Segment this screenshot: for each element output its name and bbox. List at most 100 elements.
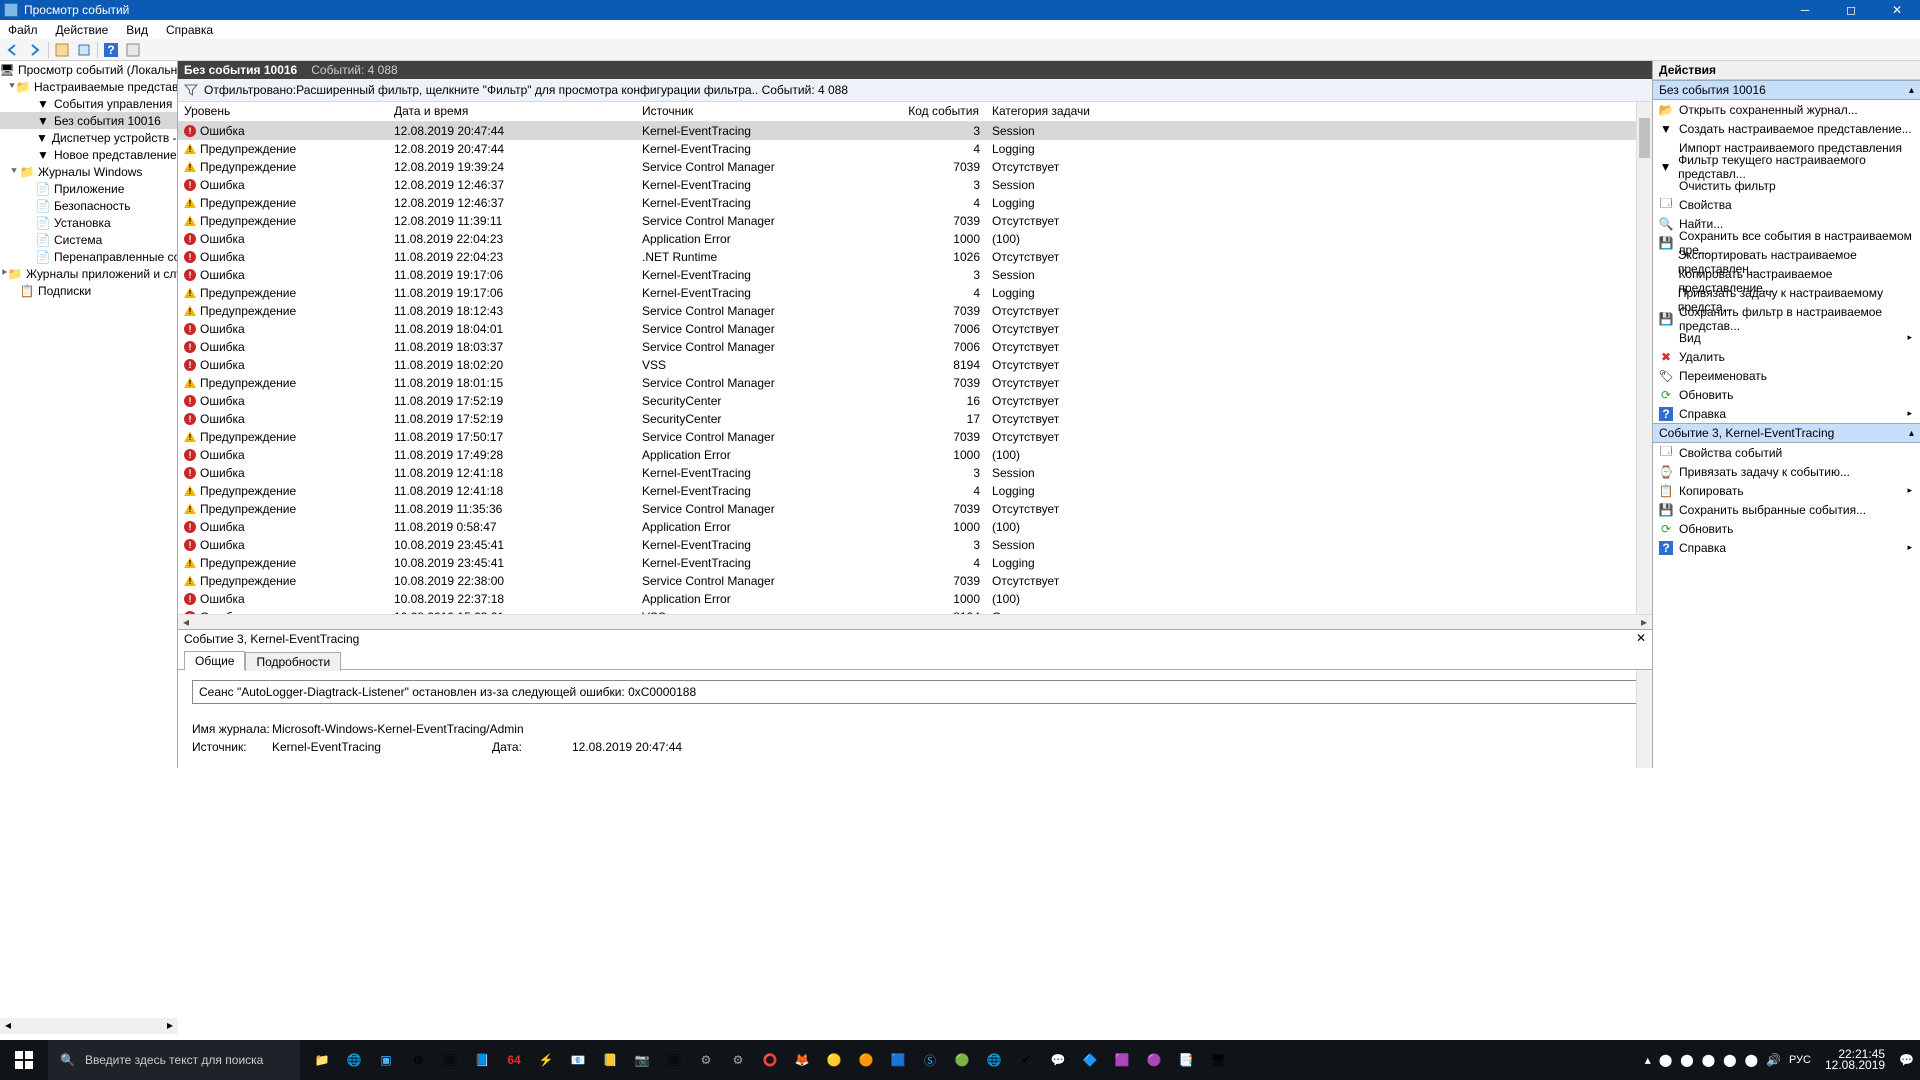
taskbar-app[interactable]: 🌐 [338,1040,370,1080]
action-refresh[interactable]: ⟳Обновить [1653,385,1920,404]
tree-mgmt-events[interactable]: ▼События управления [0,95,177,112]
action-save-selected[interactable]: 💾Сохранить выбранные события... [1653,500,1920,519]
taskbar-app[interactable]: ⚙ [722,1040,754,1080]
tray-icon[interactable]: ⬤ [1723,1053,1736,1067]
tree-root[interactable]: 🖥Просмотр событий (Локальный) [0,61,177,78]
taskbar-search[interactable]: 🔍 Введите здесь текст для поиска [48,1040,300,1080]
tree-system[interactable]: 📄Система [0,231,177,248]
event-row[interactable]: !Ошибка12.08.2019 20:47:44Kernel-EventTr… [178,122,1636,140]
tray-icon[interactable]: ⬤ [1659,1053,1672,1067]
event-row[interactable]: Предупреждение12.08.2019 19:39:24Service… [178,158,1636,176]
event-row[interactable]: Предупреждение11.08.2019 18:01:15Service… [178,374,1636,392]
action-refresh-event[interactable]: ⟳Обновить [1653,519,1920,538]
event-row[interactable]: Предупреждение12.08.2019 12:46:37Kernel-… [178,194,1636,212]
taskbar-app[interactable]: 📧 [562,1040,594,1080]
tray-icon[interactable]: 🔊 [1766,1053,1781,1067]
tree-app-services[interactable]: ⯈📁Журналы приложений и служб [0,265,177,282]
help-icon[interactable]: ? [102,41,120,59]
taskbar-app[interactable]: 🟡 [818,1040,850,1080]
taskbar-app[interactable]: 🟦 [882,1040,914,1080]
taskbar-app[interactable]: ⚡ [530,1040,562,1080]
taskbar-app[interactable]: 64 [498,1040,530,1080]
event-row[interactable]: !Ошибка11.08.2019 22:04:23Application Er… [178,230,1636,248]
taskbar-app[interactable]: 🟪 [1106,1040,1138,1080]
event-row[interactable]: Предупреждение12.08.2019 11:39:11Service… [178,212,1636,230]
action-create-view[interactable]: ▼Создать настраиваемое представление... [1653,119,1920,138]
forward-button[interactable] [26,41,44,59]
taskbar-app[interactable]: 🟢 [946,1040,978,1080]
action-attach-task-event[interactable]: ⌚Привязать задачу к событию... [1653,462,1920,481]
tree-new-view[interactable]: ▼Новое представление [0,146,177,163]
taskbar-app[interactable]: ⚙ [402,1040,434,1080]
event-row[interactable]: Предупреждение11.08.2019 11:35:36Service… [178,500,1636,518]
event-row[interactable]: !Ошибка11.08.2019 22:04:23.NET Runtime10… [178,248,1636,266]
taskbar-app[interactable]: ⭕ [754,1040,786,1080]
taskbar-app[interactable]: 📒 [594,1040,626,1080]
actions-section-event[interactable]: Событие 3, Kernel-EventTracing▴ [1653,423,1920,443]
event-hscroll[interactable]: ◂▸ [178,614,1652,629]
event-row[interactable]: Предупреждение11.08.2019 19:17:06Kernel-… [178,284,1636,302]
taskbar-app[interactable]: ✔ [1010,1040,1042,1080]
tree-application[interactable]: 📄Приложение [0,180,177,197]
taskbar-app[interactable]: ▣ [370,1040,402,1080]
event-row[interactable]: Предупреждение10.08.2019 23:45:41Kernel-… [178,554,1636,572]
close-button[interactable]: ✕ [1874,0,1920,20]
actions-section-view[interactable]: Без события 10016▴ [1653,80,1920,100]
taskbar-app[interactable]: 💬 [1042,1040,1074,1080]
action-help-event[interactable]: ?Справка▸ [1653,538,1920,557]
taskbar-app[interactable]: 🦊 [786,1040,818,1080]
tray-clock[interactable]: 22:21:45 12.08.2019 [1819,1049,1891,1071]
tray-icon[interactable]: ⬤ [1680,1053,1693,1067]
action-filter-current[interactable]: ▼Фильтр текущего настраиваемого представ… [1653,157,1920,176]
maximize-button[interactable]: ◻ [1828,0,1874,20]
tree-no-10016[interactable]: ▼Без события 10016 [0,112,177,129]
event-row[interactable]: !Ошибка11.08.2019 18:03:37Service Contro… [178,338,1636,356]
action-open-saved-log[interactable]: 📂Открыть сохраненный журнал... [1653,100,1920,119]
event-row[interactable]: !Ошибка12.08.2019 12:46:37Kernel-EventTr… [178,176,1636,194]
event-row[interactable]: !Ошибка10.08.2019 22:37:18Application Er… [178,590,1636,608]
taskbar-app[interactable]: 🟣 [1138,1040,1170,1080]
col-date[interactable]: Дата и время [388,102,636,121]
event-row[interactable]: Предупреждение12.08.2019 20:47:44Kernel-… [178,140,1636,158]
tray-lang[interactable]: РУС [1789,1054,1811,1066]
tool-btn-1[interactable] [53,41,71,59]
tree-windows-logs[interactable]: ⯆📁Журналы Windows [0,163,177,180]
menu-file[interactable]: Файл [6,21,40,39]
action-save-filter[interactable]: 💾Сохранить фильтр в настраиваемое предст… [1653,309,1920,328]
event-row[interactable]: !Ошибка11.08.2019 18:02:20VSS8194Отсутст… [178,356,1636,374]
tab-general[interactable]: Общие [184,651,245,670]
tool-btn-2[interactable] [75,41,93,59]
taskbar-app[interactable]: 🟠 [850,1040,882,1080]
tray-notifications-icon[interactable]: 💬 [1899,1053,1914,1067]
taskbar-app[interactable]: 🖥 [1202,1040,1234,1080]
detail-close-button[interactable]: ✕ [1634,631,1648,645]
taskbar-app[interactable]: ⚙ [690,1040,722,1080]
tree-forwarded[interactable]: 📄Перенаправленные события [0,248,177,265]
action-copy[interactable]: 📋Копировать▸ [1653,481,1920,500]
start-button[interactable] [0,1040,48,1080]
tree-subscriptions[interactable]: 📋Подписки [0,282,177,299]
event-row[interactable]: !Ошибка10.08.2019 23:45:41Kernel-EventTr… [178,536,1636,554]
action-rename[interactable]: 🏷Переименовать [1653,366,1920,385]
tree-security[interactable]: 📄Безопасность [0,197,177,214]
tray-icon[interactable]: ⬤ [1702,1053,1715,1067]
tray-icon[interactable]: ⬤ [1745,1053,1758,1067]
back-button[interactable] [4,41,22,59]
action-help[interactable]: ?Справка▸ [1653,404,1920,423]
col-level[interactable]: Уровень [178,102,388,121]
event-row[interactable]: !Ошибка11.08.2019 12:41:18Kernel-EventTr… [178,464,1636,482]
menu-view[interactable]: Вид [124,21,150,39]
event-vscroll[interactable] [1636,102,1652,614]
event-row[interactable]: Предупреждение11.08.2019 12:41:18Kernel-… [178,482,1636,500]
action-view-submenu[interactable]: Вид▸ [1653,328,1920,347]
taskbar-app[interactable]: 🖼 [658,1040,690,1080]
event-row[interactable]: !Ошибка11.08.2019 18:04:01Service Contro… [178,320,1636,338]
tool-btn-4[interactable] [124,41,142,59]
taskbar-app[interactable]: 📑 [1170,1040,1202,1080]
tree-setup[interactable]: 📄Установка [0,214,177,231]
event-row[interactable]: Предупреждение10.08.2019 22:38:00Service… [178,572,1636,590]
taskbar-app[interactable]: 🌐 [978,1040,1010,1080]
minimize-button[interactable]: ─ [1782,0,1828,20]
action-event-props[interactable]: 🗔Свойства событий [1653,443,1920,462]
action-clear-filter[interactable]: Очистить фильтр [1653,176,1920,195]
